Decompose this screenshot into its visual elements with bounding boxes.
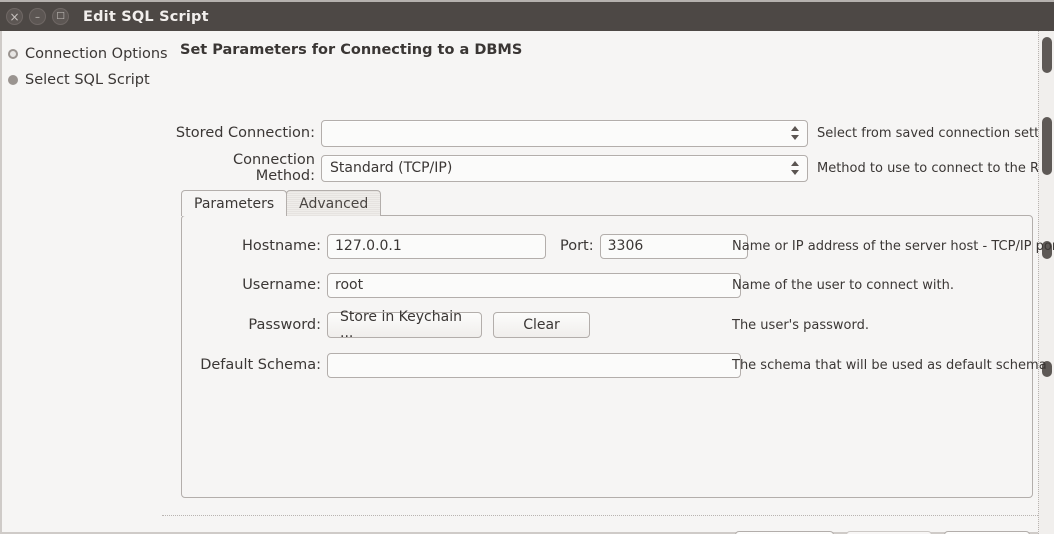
- next-button[interactable]: » Next: [944, 530, 1030, 534]
- connection-method-row: Connection Method: Standard (TCP/IP) Met…: [173, 152, 1054, 184]
- username-label: Username:: [242, 277, 321, 293]
- minimize-icon[interactable]: [29, 8, 46, 25]
- sidebar-item-connection-options[interactable]: Connection Options: [8, 41, 173, 67]
- default-schema-row: Default Schema:: [182, 352, 741, 378]
- store-in-keychain-button[interactable]: Store in Keychain ...: [327, 309, 482, 341]
- stored-connection-hint: Select from saved connection settings: [817, 125, 1054, 141]
- hostname-input[interactable]: 127.0.0.1: [327, 233, 546, 259]
- password-row: Password: Store in Keychain ... Clear: [182, 309, 590, 341]
- sidebar-item-select-sql-script[interactable]: Select SQL Script: [8, 67, 173, 93]
- connection-method-value: Standard (TCP/IP): [330, 160, 453, 176]
- username-hint: Name of the user to connect with.: [732, 277, 954, 293]
- hostname-row: Hostname: 127.0.0.1 Port: 3306: [182, 233, 748, 259]
- password-hint: The user's password.: [732, 317, 869, 333]
- main-content: Set Parameters for Connecting to a DBMS …: [173, 31, 1054, 534]
- dialog-footer: ✕ Cancel « Back » Next: [2, 526, 1040, 534]
- tab-advanced[interactable]: Advanced: [286, 190, 382, 216]
- footer-divider: [162, 515, 1040, 516]
- clear-password-label: Clear: [523, 317, 560, 333]
- password-label: Password:: [248, 317, 321, 333]
- page-title: Set Parameters for Connecting to a DBMS: [180, 42, 523, 58]
- tab-strip: Parameters Advanced: [181, 190, 382, 216]
- parameters-panel: Hostname: 127.0.0.1 Port: 3306 Name or I…: [181, 215, 1054, 498]
- clear-password-button[interactable]: Clear: [493, 312, 590, 338]
- default-schema-hint: The schema that will be used as default …: [732, 357, 1047, 373]
- cancel-button[interactable]: ✕ Cancel: [734, 530, 834, 534]
- tab-label: Parameters: [194, 195, 275, 212]
- sidebar-item-label: Connection Options: [25, 46, 168, 62]
- step-bullet-icon: [8, 75, 18, 85]
- port-input[interactable]: 3306: [599, 233, 748, 259]
- edit-sql-script-dialog: Edit SQL Script Connection Options Selec…: [0, 0, 1054, 534]
- hostname-hint: Name or IP address of the server host - …: [732, 238, 1054, 254]
- username-value: root: [335, 277, 364, 293]
- default-schema-label: Default Schema:: [200, 357, 321, 373]
- close-icon[interactable]: [6, 8, 23, 25]
- stored-connection-row: Stored Connection: Select from saved con…: [173, 119, 1054, 147]
- scrollbar-thumb[interactable]: [1042, 37, 1052, 73]
- window-titlebar: Edit SQL Script: [0, 0, 1054, 31]
- wizard-step-list: Connection Options Select SQL Script: [8, 41, 173, 93]
- sidebar-item-label: Select SQL Script: [25, 72, 150, 88]
- vertical-scrollbar[interactable]: [1038, 31, 1054, 534]
- store-in-keychain-label: Store in Keychain ...: [340, 309, 462, 341]
- username-input[interactable]: root: [327, 272, 741, 298]
- tab-parameters[interactable]: Parameters: [181, 190, 288, 216]
- connection-method-hint: Method to use to connect to the RDBMS: [817, 160, 1054, 176]
- scrollbar-thumb[interactable]: [1042, 117, 1052, 175]
- maximize-icon[interactable]: [52, 8, 69, 25]
- stepper-arrows-icon[interactable]: [790, 124, 800, 142]
- stored-connection-select[interactable]: [321, 119, 808, 147]
- connection-method-label: Connection Method:: [232, 152, 315, 184]
- username-row: Username: root: [182, 272, 741, 298]
- default-schema-input[interactable]: [327, 352, 741, 378]
- port-value: 3306: [607, 238, 644, 254]
- hostname-value: 127.0.0.1: [335, 238, 402, 254]
- connection-method-select[interactable]: Standard (TCP/IP): [321, 154, 808, 182]
- window-controls: [6, 8, 69, 25]
- tab-label: Advanced: [299, 195, 369, 212]
- stored-connection-label: Stored Connection:: [175, 125, 315, 141]
- dialog-body: Connection Options Select SQL Script Set…: [0, 31, 1054, 534]
- step-bullet-icon: [8, 49, 18, 59]
- port-label: Port:: [560, 238, 594, 254]
- stepper-arrows-icon[interactable]: [790, 159, 800, 177]
- back-button[interactable]: « Back: [846, 530, 932, 534]
- window-title: Edit SQL Script: [83, 8, 209, 25]
- hostname-label: Hostname:: [241, 238, 321, 254]
